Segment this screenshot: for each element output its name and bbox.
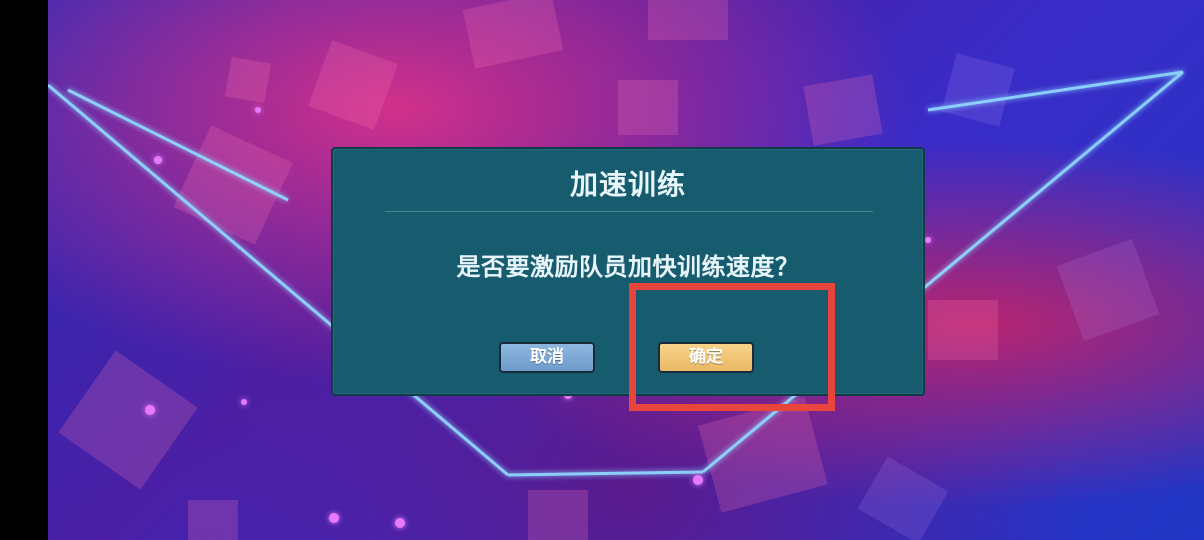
screen: 加速训练 是否要激励队员加快训练速度？ 取消 确定 <box>0 0 1204 540</box>
cancel-button[interactable]: 取消 <box>499 342 595 373</box>
speed-up-training-dialog: 加速训练 是否要激励队员加快训练速度？ 取消 确定 <box>331 147 925 396</box>
confirm-button[interactable]: 确定 <box>658 342 754 373</box>
dialog-message: 是否要激励队员加快训练速度？ <box>456 253 800 281</box>
divider <box>385 211 873 212</box>
dialog-title: 加速训练 <box>569 168 686 201</box>
